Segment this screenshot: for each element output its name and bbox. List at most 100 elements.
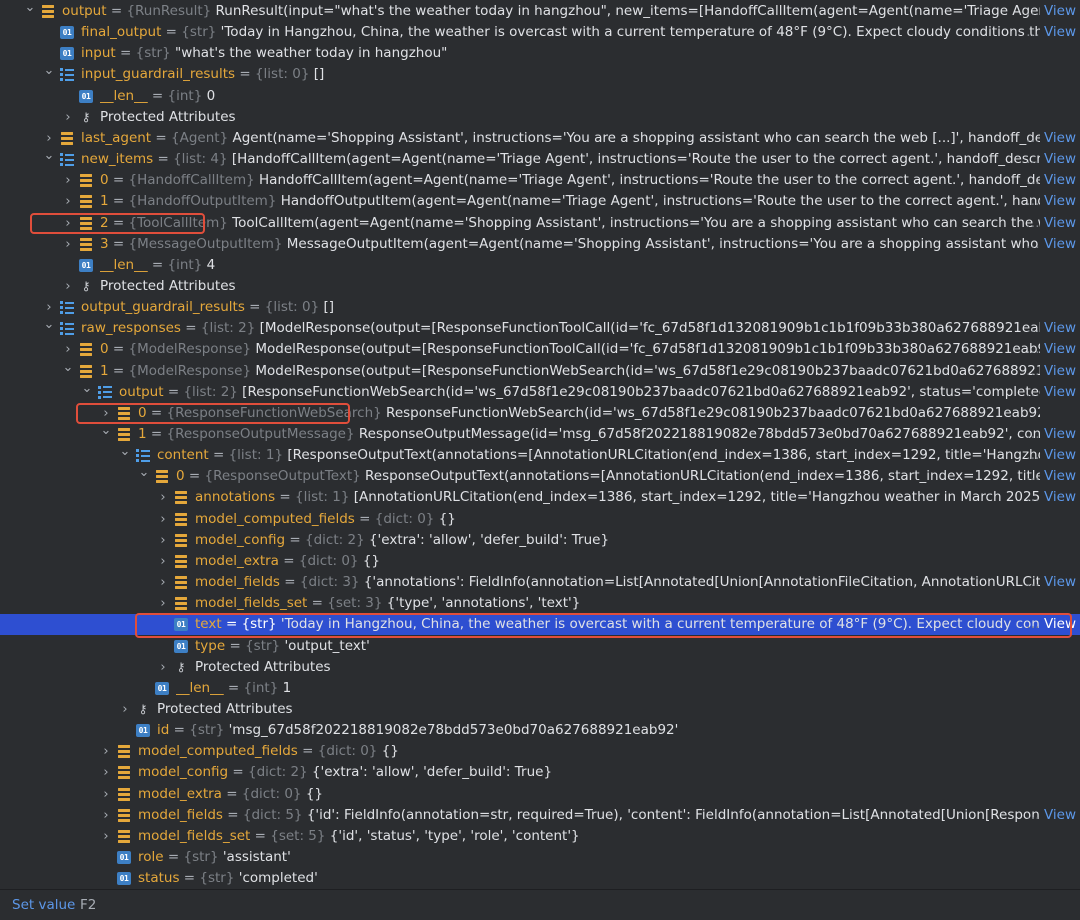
view-link[interactable]: View: [1044, 426, 1076, 442]
tree-row[interactable]: 01 input = {str} "what's the weather toda…: [0, 43, 1080, 64]
view-link[interactable]: View: [1044, 341, 1076, 357]
view-link-wrap[interactable]: … View: [1022, 213, 1076, 234]
view-link[interactable]: View: [1044, 363, 1076, 379]
chevron-right-icon[interactable]: ›: [100, 784, 112, 805]
view-link-wrap[interactable]: … View: [1022, 424, 1076, 445]
tree-row[interactable]: › model_fields_set = {set: 3} {'type', 'a…: [0, 593, 1080, 614]
chevron-right-icon[interactable]: ›: [62, 234, 74, 255]
view-link[interactable]: View: [1044, 574, 1076, 590]
tree-row[interactable]: 01 id = {str} 'msg_67d58f202218819082e78b…: [0, 720, 1080, 741]
chevron-right-icon[interactable]: ›: [100, 741, 112, 762]
view-link[interactable]: View: [1044, 447, 1076, 463]
tree-row[interactable]: › model_config = {dict: 2} {'extra': 'all…: [0, 762, 1080, 783]
tree-row[interactable]: › model_computed_fields = {dict: 0} {}: [0, 741, 1080, 762]
chevron-right-icon[interactable]: ›: [157, 657, 169, 678]
chevron-right-icon[interactable]: ›: [157, 530, 169, 551]
chevron-right-icon[interactable]: ›: [157, 572, 169, 593]
view-link-wrap[interactable]: … View: [1022, 170, 1076, 191]
tree-row[interactable]: ⌄ input_guardrail_results = {list: 0} []: [0, 64, 1080, 85]
view-link-wrap[interactable]: … View: [1022, 191, 1076, 212]
chevron-right-icon[interactable]: ›: [100, 826, 112, 847]
chevron-down-icon[interactable]: ⌄: [62, 361, 74, 382]
chevron-right-icon[interactable]: ›: [157, 487, 169, 508]
tree-row[interactable]: › ⚷ Protected Attributes: [0, 276, 1080, 297]
chevron-right-icon[interactable]: ›: [43, 297, 55, 318]
view-link[interactable]: View: [1044, 151, 1076, 167]
tree-row[interactable]: › 0 = {ModelResponse} ModelResponse(outpu…: [0, 339, 1080, 360]
tree-row[interactable]: › ⚷ Protected Attributes: [0, 657, 1080, 678]
tree-row[interactable]: › model_fields = {dict: 3} {'annotations'…: [0, 572, 1080, 593]
view-link[interactable]: View: [1044, 215, 1076, 231]
tree-row[interactable]: › model_config = {dict: 2} {'extra': 'all…: [0, 530, 1080, 551]
view-link[interactable]: View: [1044, 384, 1076, 400]
tree-row[interactable]: › 3 = {MessageOutputItem} MessageOutputIt…: [0, 234, 1080, 255]
chevron-right-icon[interactable]: ›: [62, 107, 74, 128]
chevron-right-icon[interactable]: ›: [62, 170, 74, 191]
tree-row[interactable]: 01 __len__ = {int} 0: [0, 86, 1080, 107]
view-link-wrap[interactable]: … View: [1022, 149, 1076, 170]
tree-row[interactable]: › ⚷ Protected Attributes: [0, 699, 1080, 720]
chevron-right-icon[interactable]: ›: [119, 699, 131, 720]
tree-row[interactable]: › 1 = {HandoffOutputItem} HandoffOutputIt…: [0, 191, 1080, 212]
view-link[interactable]: View: [1044, 236, 1076, 252]
view-link-wrap[interactable]: … View: [1022, 805, 1076, 826]
tree-row[interactable]: › model_fields_set = {set: 5} {'id', 'sta…: [0, 826, 1080, 847]
chevron-right-icon[interactable]: ›: [157, 593, 169, 614]
tree-row[interactable]: ⌄ new_items = {list: 4} [HandoffCallItem(…: [0, 149, 1080, 170]
view-link-wrap[interactable]: … View: [1022, 1, 1076, 22]
tree-row[interactable]: › model_extra = {dict: 0} {}: [0, 784, 1080, 805]
tree-row[interactable]: › model_computed_fields = {dict: 0} {}: [0, 509, 1080, 530]
chevron-right-icon[interactable]: ›: [62, 276, 74, 297]
chevron-right-icon[interactable]: ›: [157, 551, 169, 572]
chevron-down-icon[interactable]: ⌄: [81, 382, 93, 403]
chevron-down-icon[interactable]: ⌄: [119, 445, 131, 466]
chevron-down-icon[interactable]: ⌄: [138, 466, 150, 487]
tree-row[interactable]: ⌄ 0 = {ResponseOutputText} ResponseOutput…: [0, 466, 1080, 487]
view-link[interactable]: View: [1044, 3, 1076, 19]
tree-row[interactable]: › model_extra = {dict: 0} {}: [0, 551, 1080, 572]
tree-row[interactable]: ⌄ 1 = {ResponseOutputMessage} ResponseOut…: [0, 424, 1080, 445]
tree-row[interactable]: 01 status = {str} 'completed': [0, 868, 1080, 889]
view-link[interactable]: View: [1044, 320, 1076, 336]
tree-row[interactable]: › last_agent = {Agent} Agent(name='Shoppi…: [0, 128, 1080, 149]
tree-row[interactable]: ⌄ output = {RunResult} RunResult(input="w…: [0, 1, 1080, 22]
view-link-wrap[interactable]: … View: [1022, 318, 1076, 339]
tree-row[interactable]: ⌄ raw_responses = {list: 2} [ModelRespons…: [0, 318, 1080, 339]
tree-row[interactable]: ⌄ content = {list: 1} [ResponseOutputText…: [0, 445, 1080, 466]
chevron-right-icon[interactable]: ›: [43, 128, 55, 149]
view-link-wrap[interactable]: … View: [1022, 382, 1076, 403]
view-link-wrap[interactable]: … View: [1022, 487, 1076, 508]
chevron-down-icon[interactable]: ⌄: [43, 318, 55, 339]
chevron-right-icon[interactable]: ›: [100, 762, 112, 783]
tree-row[interactable]: 01 final_output = {str} 'Today in Hangzho…: [0, 22, 1080, 43]
view-link[interactable]: View: [1044, 807, 1076, 823]
tree-row[interactable]: › annotations = {list: 1} [AnnotationURLC…: [0, 487, 1080, 508]
view-link-wrap[interactable]: … View: [1022, 234, 1076, 255]
tree-row[interactable]: ⌄ output = {list: 2} [ResponseFunctionWeb…: [0, 382, 1080, 403]
tree-row[interactable]: 01 role = {str} 'assistant': [0, 847, 1080, 868]
view-link[interactable]: View: [1044, 172, 1076, 188]
view-link[interactable]: View: [1044, 468, 1076, 484]
view-link[interactable]: View: [1044, 193, 1076, 209]
tree-row[interactable]: › output_guardrail_results = {list: 0} []: [0, 297, 1080, 318]
view-link[interactable]: View: [1044, 130, 1076, 146]
view-link-wrap[interactable]: … View: [1022, 22, 1076, 43]
chevron-right-icon[interactable]: ›: [62, 191, 74, 212]
tree-row[interactable]: ⌄ 1 = {ModelResponse} ModelResponse(outpu…: [0, 361, 1080, 382]
view-link-wrap[interactable]: … View: [1022, 361, 1076, 382]
view-link-wrap[interactable]: … View: [1022, 339, 1076, 360]
chevron-right-icon[interactable]: ›: [62, 339, 74, 360]
chevron-down-icon[interactable]: ⌄: [43, 149, 55, 170]
tree-row[interactable]: 01 __len__ = {int} 4: [0, 255, 1080, 276]
view-link-wrap[interactable]: … View: [1022, 466, 1076, 487]
view-link-wrap[interactable]: … View: [1022, 128, 1076, 149]
view-link-wrap[interactable]: … View: [1022, 572, 1076, 593]
tree-row[interactable]: 01 __len__ = {int} 1: [0, 678, 1080, 699]
chevron-down-icon[interactable]: ⌄: [43, 64, 55, 85]
chevron-down-icon[interactable]: ⌄: [100, 424, 112, 445]
tree-row[interactable]: › ⚷ Protected Attributes: [0, 107, 1080, 128]
set-value-link[interactable]: Set value: [12, 890, 75, 920]
chevron-down-icon[interactable]: ⌄: [24, 1, 36, 22]
view-link-wrap[interactable]: … View: [1022, 445, 1076, 466]
view-link[interactable]: View: [1044, 24, 1076, 40]
